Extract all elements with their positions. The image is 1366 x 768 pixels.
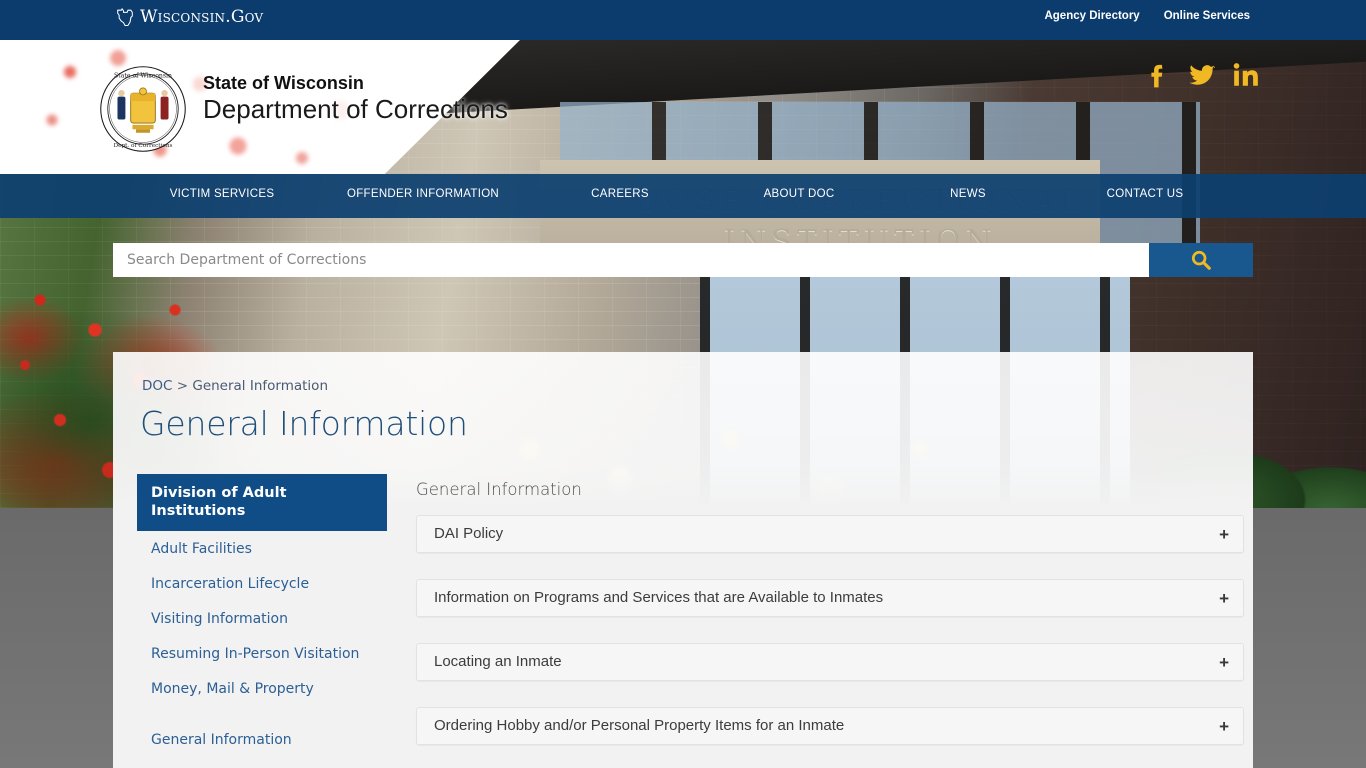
accordion-item-dai-policy[interactable]: DAI Policy + [416,515,1244,553]
search-icon [1191,250,1211,270]
sidebar-item-annual-reports[interactable]: Annual Reports [137,757,387,768]
site-brand: State of Wisconsin Department of Correct… [203,72,508,125]
wisconsin-gov-label: Wisconsin.Gov [140,7,264,27]
sidebar-item-visiting-information[interactable]: Visiting Information [137,601,387,636]
search-input[interactable] [113,243,1149,277]
sidebar-navigation: Division of Adult Institutions Adult Fac… [137,474,387,768]
wisconsin-gov-logo[interactable]: Wisconsin.Gov [116,7,263,27]
nav-item-about-doc[interactable]: ABOUT DOC [764,188,835,200]
section-title: General Information [416,480,582,499]
nav-item-victim-services[interactable]: VICTIM SERVICES [170,188,275,200]
nav-item-contact-us[interactable]: CONTACT US [1107,188,1184,200]
top-utility-bar: Wisconsin.Gov Agency Directory Online Se… [0,0,1366,40]
accordion-title: Ordering Hobby and/or Personal Property … [434,717,845,734]
svg-text:Dept. of Corrections: Dept. of Corrections [113,143,172,149]
online-services-link[interactable]: Online Services [1164,10,1250,22]
linkedin-icon[interactable] [1232,60,1260,90]
page-root: DOSE CORRECTIONAL INSTITUTION Wisconsin.… [0,0,1366,768]
accordion-item-locating-an-inmate[interactable]: Locating an Inmate + [416,643,1244,681]
plus-icon[interactable]: + [1219,717,1229,736]
breadcrumb-separator: > [176,378,189,394]
twitter-icon[interactable] [1188,60,1216,90]
agency-directory-link[interactable]: Agency Directory [1044,10,1139,22]
sidebar-item-resuming-in-person-visitation[interactable]: Resuming In-Person Visitation [137,636,387,671]
plus-icon[interactable]: + [1219,589,1229,608]
main-navigation-items: VICTIM SERVICES OFFENDER INFORMATION CAR… [0,174,1366,218]
nav-item-news[interactable]: NEWS [950,188,986,200]
search-button[interactable] [1149,243,1253,277]
accordion-title: Locating an Inmate [434,653,562,670]
main-navigation: VICTIM SERVICES OFFENDER INFORMATION CAR… [0,174,1366,218]
breadcrumb-doc-link[interactable]: DOC [142,378,172,394]
accordion-item-programs-and-services[interactable]: Information on Programs and Services tha… [416,579,1244,617]
facebook-icon[interactable] [1144,60,1172,90]
sidebar-item-adult-facilities[interactable]: Adult Facilities [137,531,387,566]
sidebar-item-money-mail-property[interactable]: Money, Mail & Property [137,671,387,706]
accordion-item-ordering-hobby-items[interactable]: Ordering Hobby and/or Personal Property … [416,707,1244,745]
brand-line-department: Department of Corrections [203,94,508,124]
plus-icon[interactable]: + [1219,653,1229,672]
breadcrumb-current: General Information [192,378,328,394]
site-search [113,243,1253,277]
wisconsin-state-outline-icon [117,7,133,26]
state-of-wisconsin-doc-seal-icon[interactable]: State of Wisconsin Dept. of Corrections [98,65,188,153]
accordion-title: DAI Policy [434,525,504,542]
social-links [1144,60,1260,90]
sidebar-item-incarceration-lifecycle[interactable]: Incarceration Lifecycle [137,566,387,601]
page-title: General Information [140,404,468,443]
top-links: Agency Directory Online Services [1044,10,1250,22]
breadcrumb: DOC > General Information [142,378,328,394]
brand-line-state: State of Wisconsin [203,73,364,93]
accordion-section: General Information DAI Policy + Informa… [416,480,1244,768]
sidebar-item-division-of-adult-institutions[interactable]: Division of Adult Institutions [137,474,387,531]
nav-item-offender-information[interactable]: OFFENDER INFORMATION [347,188,499,200]
sidebar-item-general-information[interactable]: General Information [137,722,387,757]
sidebar-group-spacer [137,706,387,722]
content-card: DOC > General Information General Inform… [113,352,1253,768]
nav-item-careers[interactable]: CAREERS [591,188,649,200]
svg-text:State of Wisconsin: State of Wisconsin [114,72,172,79]
plus-icon[interactable]: + [1219,525,1229,544]
accordion-title: Information on Programs and Services tha… [434,589,884,606]
